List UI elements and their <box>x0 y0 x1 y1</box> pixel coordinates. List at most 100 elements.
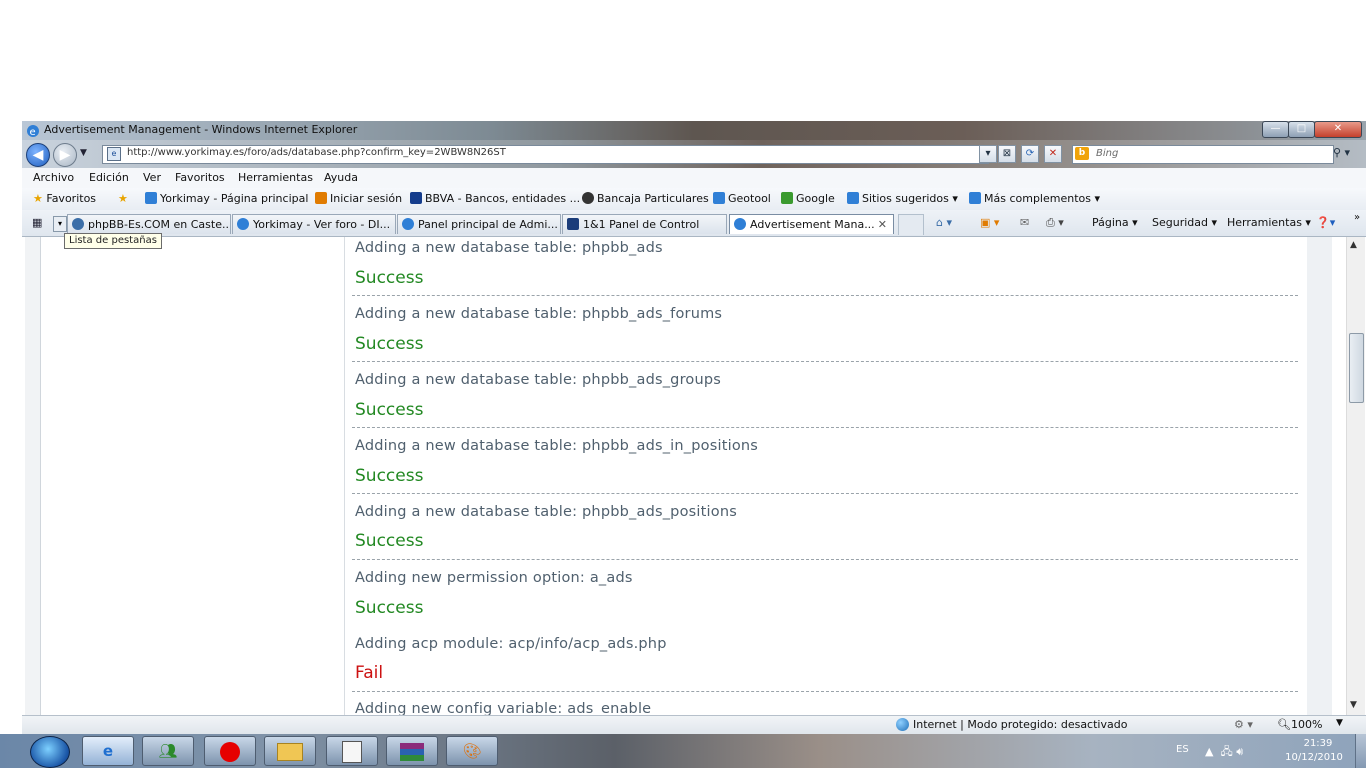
print-icon[interactable]: ⎙ ▾ <box>1046 216 1064 230</box>
taskbar-notepad-icon[interactable] <box>326 736 378 766</box>
taskbar-paint-icon[interactable]: 🎨︎ <box>446 736 498 766</box>
vertical-scrollbar[interactable] <box>1346 237 1365 715</box>
close-tab-icon[interactable]: ✕ <box>878 215 887 234</box>
result-status: Success <box>355 268 424 288</box>
result-line: Adding acp module: acp/info/acp_ads.php <box>355 636 667 652</box>
tools-menu[interactable]: Herramientas ▾ <box>1227 216 1311 229</box>
fav-link-bbva[interactable]: BBVA - Bancos, entidades ... <box>410 192 580 205</box>
volume-icon[interactable]: 🔊︎ <box>1236 745 1243 758</box>
address-dropdown-button[interactable]: ▾ <box>979 145 997 163</box>
fav-link-geotool[interactable]: Geotool <box>713 192 771 205</box>
windows-live-icon <box>315 192 327 204</box>
search-icon[interactable]: ⚲ ▾ <box>1333 146 1350 159</box>
read-mail-icon[interactable]: ✉ <box>1020 216 1029 229</box>
menu-ver[interactable]: Ver <box>143 171 161 184</box>
safety-menu[interactable]: Seguridad ▾ <box>1152 216 1217 229</box>
result-divider <box>352 493 1298 494</box>
show-hidden-icons-icon[interactable]: ▲ <box>1205 745 1213 758</box>
protected-mode-icon[interactable]: ⚙ ▾ <box>1234 718 1253 731</box>
result-status: Success <box>355 598 424 618</box>
start-button[interactable] <box>30 736 70 768</box>
tab-1and1[interactable]: 1&1 Panel de Control <box>562 214 727 234</box>
add-to-favorites-bar-icon[interactable]: ★ <box>118 192 128 205</box>
fav-link-yorkimay[interactable]: Yorkimay - Página principal <box>145 192 308 205</box>
tray-icons[interactable]: ▲ 🖧︎ 🔊︎ <box>1205 743 1243 762</box>
taskbar-vodafone-icon[interactable] <box>204 736 256 766</box>
back-button[interactable]: ◀ <box>26 143 50 167</box>
result-status: Success <box>355 466 424 486</box>
compatibility-view-icon[interactable]: ⊠ <box>998 145 1016 163</box>
fav-link-mas-complementos[interactable]: Más complementos ▾ <box>969 192 1100 205</box>
bancaja-icon <box>582 192 594 204</box>
stop-icon[interactable]: ✕ <box>1044 145 1062 163</box>
new-tab-button[interactable] <box>898 214 924 235</box>
result-status: Success <box>355 400 424 420</box>
scrollbar-thumb[interactable] <box>1349 333 1364 403</box>
svg-text:e: e <box>30 127 36 138</box>
fav-link-google[interactable]: Google <box>781 192 835 205</box>
address-url[interactable]: http://www.yorkimay.es/foro/ads/database… <box>127 147 506 158</box>
fav-link-sitios-sugeridos[interactable]: Sitios sugeridos ▾ <box>847 192 958 205</box>
menu-edicion[interactable]: Edición <box>89 171 129 184</box>
tab-favicon <box>402 218 414 230</box>
tab-favicon <box>567 218 579 230</box>
status-bar <box>22 715 1366 735</box>
tab-list-button[interactable]: ▾ <box>53 216 67 232</box>
forward-button[interactable]: ▶ <box>53 143 77 167</box>
menu-ayuda[interactable]: Ayuda <box>324 171 358 184</box>
quick-tabs-icon[interactable]: ▦ <box>32 216 42 229</box>
menu-archivo[interactable]: Archivo <box>33 171 74 184</box>
google-icon <box>781 192 793 204</box>
menu-herramientas[interactable]: Herramientas <box>238 171 313 184</box>
result-status: Success <box>355 531 424 551</box>
feeds-icon[interactable]: ▣ ▾ <box>980 216 999 229</box>
bing-icon: b <box>1075 147 1089 160</box>
result-status: Success <box>355 334 424 354</box>
help-icon[interactable]: ❓▾ <box>1316 216 1335 229</box>
result-line: Adding new config variable: ads_enable <box>355 701 652 715</box>
recent-pages-dropdown[interactable]: ▼ <box>80 148 87 158</box>
zoom-dropdown[interactable]: ▼ <box>1336 718 1343 728</box>
result-line: Adding new permission option: a_ads <box>355 570 633 586</box>
favorites-button[interactable]: ★ Favoritos <box>33 192 96 205</box>
tab-phpbb-es[interactable]: phpBB-Es.COM en Caste... <box>67 214 231 234</box>
refresh-icon[interactable]: ⟳ <box>1021 145 1039 163</box>
ie-page-icon <box>713 192 725 204</box>
taskbar-winrar-icon[interactable] <box>386 736 438 766</box>
fav-link-bancaja[interactable]: Bancaja Particulares <box>582 192 709 205</box>
home-icon[interactable]: ⌂ ▾ <box>936 216 952 229</box>
tab-panel-principal[interactable]: Panel principal de Admi... <box>397 214 561 234</box>
page-right-border <box>1307 237 1332 715</box>
clock-date[interactable]: 10/12/2010 <box>1283 752 1345 763</box>
result-line: Adding a new database table: phpbb_ads_g… <box>355 372 722 388</box>
show-desktop-button[interactable] <box>1355 734 1366 768</box>
menu-favoritos[interactable]: Favoritos <box>175 171 225 184</box>
chevron-more-icon[interactable]: » <box>1354 212 1360 223</box>
window-title: Advertisement Management - Windows Inter… <box>44 123 358 136</box>
ie-page-icon <box>847 192 859 204</box>
taskbar-messenger-icon[interactable]: 👥︎ <box>142 736 194 766</box>
tab-yorkimay[interactable]: Yorkimay - Ver foro - DI... <box>232 214 396 234</box>
network-icon[interactable]: 🖧︎ <box>1220 745 1232 758</box>
language-indicator[interactable]: ES <box>1176 744 1189 755</box>
page-menu[interactable]: Página ▾ <box>1092 216 1138 229</box>
taskbar-explorer-icon[interactable] <box>264 736 316 766</box>
scroll-up-arrow[interactable]: ▲ <box>1350 240 1357 250</box>
tab-advertisement-management[interactable]: Advertisement Mana... ✕ <box>729 214 894 234</box>
result-divider <box>352 691 1298 692</box>
scroll-down-arrow[interactable]: ▼ <box>1350 700 1357 710</box>
minimize-button[interactable]: — <box>1262 121 1289 138</box>
taskbar-ie-icon[interactable]: e <box>82 736 134 766</box>
result-divider <box>352 361 1298 362</box>
zoom-level[interactable]: 🔍︎100% <box>1277 718 1322 731</box>
clock-time[interactable]: 21:39 <box>1292 738 1344 749</box>
tab-favicon <box>237 218 249 230</box>
ie-logo-icon: e <box>26 123 40 138</box>
security-zone[interactable]: Internet | Modo protegido: desactivado <box>896 718 1127 731</box>
tab-favicon <box>72 218 84 230</box>
fav-link-iniciar-sesion[interactable]: Iniciar sesión <box>315 192 402 205</box>
close-button[interactable]: ✕ <box>1314 121 1362 138</box>
maximize-button[interactable]: □ <box>1288 121 1315 138</box>
result-divider <box>352 559 1298 560</box>
favorites-label: Favoritos <box>46 192 97 205</box>
